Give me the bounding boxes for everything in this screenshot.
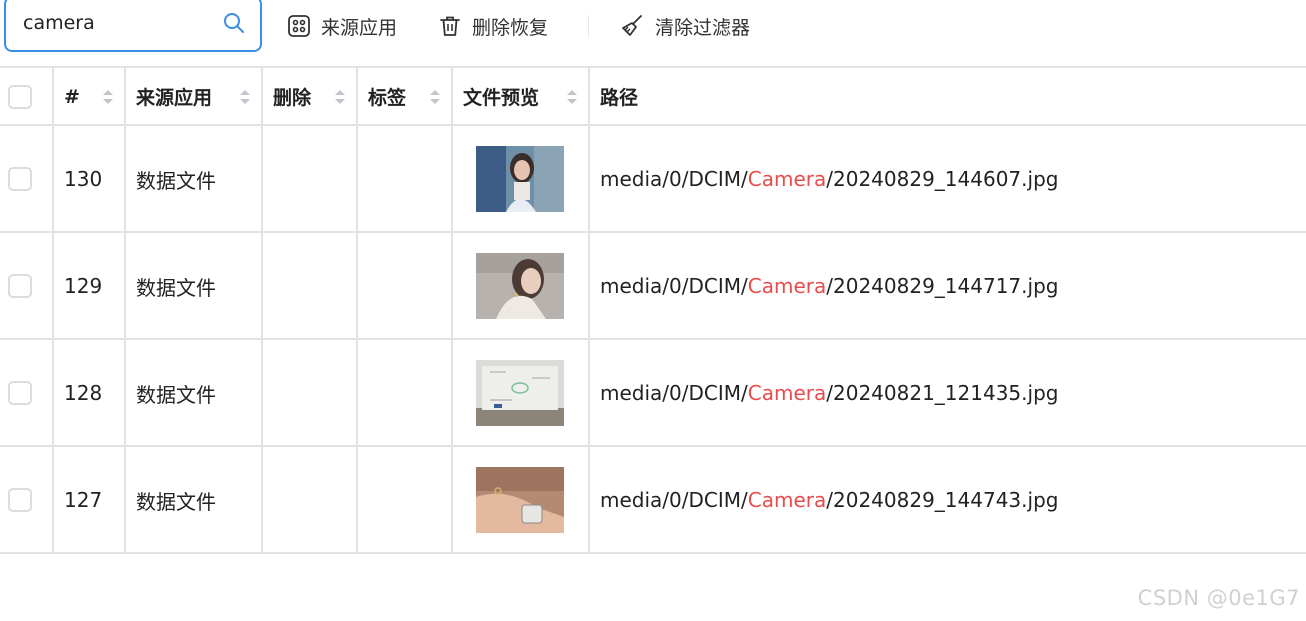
path-suffix: /20240829_144743.jpg bbox=[826, 488, 1059, 512]
path-match-highlight: Camera bbox=[747, 381, 827, 405]
row-select-cell bbox=[0, 340, 54, 446]
row-tag bbox=[358, 447, 453, 553]
row-checkbox[interactable] bbox=[8, 167, 32, 191]
delete-restore-label: 删除恢复 bbox=[472, 16, 549, 39]
select-all-checkbox[interactable] bbox=[8, 84, 32, 109]
table-row[interactable]: 127 数据文件 media/0/DCIM/Camera/20240829_14… bbox=[0, 445, 1306, 553]
row-id: 129 bbox=[54, 233, 126, 339]
table-bottom-border bbox=[0, 552, 1306, 554]
row-preview-cell bbox=[453, 126, 590, 232]
row-checkbox[interactable] bbox=[8, 274, 32, 298]
row-select-cell bbox=[0, 447, 54, 553]
clear-filters-label: 清除过滤器 bbox=[655, 16, 751, 39]
image-thumbnail[interactable] bbox=[476, 467, 564, 533]
toolbar: 来源应用 删除恢复 清除过滤器 bbox=[0, 0, 1306, 58]
column-header-source-app[interactable]: 来源应用 bbox=[126, 68, 263, 125]
app-grid-icon bbox=[288, 15, 310, 37]
delete-restore-button[interactable]: 删除恢复 bbox=[438, 9, 548, 43]
row-path: media/0/DCIM/Camera/20240829_144607.jpg bbox=[590, 126, 1306, 232]
path-prefix: media/0/DCIM/ bbox=[600, 274, 748, 298]
row-source-app: 数据文件 bbox=[126, 340, 263, 446]
row-tag bbox=[358, 340, 453, 446]
column-header-label: 标签 bbox=[368, 87, 407, 109]
column-header-tag[interactable]: 标签 bbox=[358, 68, 453, 125]
search-input[interactable] bbox=[23, 10, 213, 36]
search-icon[interactable] bbox=[222, 11, 246, 35]
source-app-label: 来源应用 bbox=[321, 16, 398, 39]
column-header-file-preview[interactable]: 文件预览 bbox=[453, 68, 590, 125]
row-tag bbox=[358, 233, 453, 339]
sort-icon[interactable] bbox=[334, 88, 346, 106]
path-prefix: media/0/DCIM/ bbox=[600, 167, 748, 191]
row-path: media/0/DCIM/Camera/20240829_144743.jpg bbox=[590, 447, 1306, 553]
source-app-button[interactable]: 来源应用 bbox=[287, 9, 397, 43]
row-path: media/0/DCIM/Camera/20240829_144717.jpg bbox=[590, 233, 1306, 339]
row-checkbox[interactable] bbox=[8, 381, 32, 405]
path-prefix: media/0/DCIM/ bbox=[600, 381, 748, 405]
sort-icon[interactable] bbox=[239, 88, 251, 106]
clear-filters-button[interactable]: 清除过滤器 bbox=[619, 9, 750, 43]
row-source-app: 数据文件 bbox=[126, 447, 263, 553]
image-thumbnail[interactable] bbox=[476, 360, 564, 426]
row-select-cell bbox=[0, 126, 54, 232]
column-header-label: 删除 bbox=[273, 87, 312, 109]
sort-icon[interactable] bbox=[566, 88, 578, 106]
path-match-highlight: Camera bbox=[747, 488, 827, 512]
row-deleted bbox=[263, 447, 358, 553]
search-box[interactable] bbox=[4, 0, 262, 52]
path-suffix: /20240829_144717.jpg bbox=[826, 274, 1059, 298]
row-preview-cell bbox=[453, 447, 590, 553]
path-suffix: /20240829_144607.jpg bbox=[826, 167, 1059, 191]
row-deleted bbox=[263, 233, 358, 339]
row-preview-cell bbox=[453, 233, 590, 339]
column-header-id[interactable]: # bbox=[54, 68, 126, 125]
row-source-app: 数据文件 bbox=[126, 126, 263, 232]
row-id: 130 bbox=[54, 126, 126, 232]
row-id: 127 bbox=[54, 447, 126, 553]
path-prefix: media/0/DCIM/ bbox=[600, 488, 748, 512]
table-header: # 来源应用 删除 标签 文件预览 路径 bbox=[0, 66, 1306, 125]
sort-icon[interactable] bbox=[102, 88, 114, 106]
sort-icon[interactable] bbox=[429, 88, 441, 106]
column-header-label: # bbox=[64, 85, 80, 108]
row-preview-cell bbox=[453, 340, 590, 446]
row-source-app: 数据文件 bbox=[126, 233, 263, 339]
path-match-highlight: Camera bbox=[747, 167, 827, 191]
column-header-label: 文件预览 bbox=[463, 87, 540, 109]
table-row[interactable]: 129 数据文件 media/0/DCIM/Camera/20240829_14… bbox=[0, 231, 1306, 339]
path-suffix: /20240821_121435.jpg bbox=[826, 381, 1059, 405]
toolbar-divider bbox=[588, 15, 589, 37]
image-thumbnail[interactable] bbox=[476, 146, 564, 212]
column-header-path[interactable]: 路径 bbox=[590, 68, 1306, 125]
row-select-cell bbox=[0, 233, 54, 339]
row-checkbox[interactable] bbox=[8, 488, 32, 512]
broom-icon bbox=[622, 15, 642, 36]
column-header-deleted[interactable]: 删除 bbox=[263, 68, 358, 125]
trash-icon bbox=[440, 16, 460, 36]
row-id: 128 bbox=[54, 340, 126, 446]
select-all-cell bbox=[0, 68, 54, 125]
table-row[interactable]: 130 数据文件 media/0/DCIM/Camera/20240829_14… bbox=[0, 124, 1306, 232]
row-path: media/0/DCIM/Camera/20240821_121435.jpg bbox=[590, 340, 1306, 446]
column-header-label: 路径 bbox=[600, 87, 639, 109]
column-header-label: 来源应用 bbox=[136, 87, 213, 109]
image-thumbnail[interactable] bbox=[476, 253, 564, 319]
row-deleted bbox=[263, 126, 358, 232]
row-tag bbox=[358, 126, 453, 232]
watermark: CSDN @0e1G7 bbox=[1137, 586, 1300, 610]
row-deleted bbox=[263, 340, 358, 446]
path-match-highlight: Camera bbox=[747, 274, 827, 298]
table-row[interactable]: 128 数据文件 media/0/DCIM/Camera/20240821_12… bbox=[0, 338, 1306, 446]
